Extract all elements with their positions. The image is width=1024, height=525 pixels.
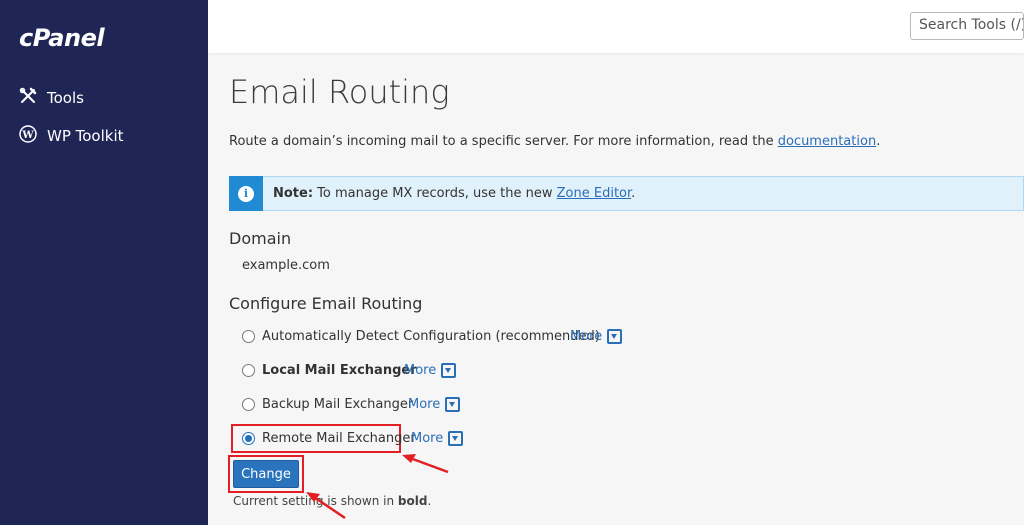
annotation-arrows	[306, 454, 449, 520]
arrow-to-remote-mx	[402, 454, 449, 474]
arrow-to-change-button	[306, 492, 346, 520]
